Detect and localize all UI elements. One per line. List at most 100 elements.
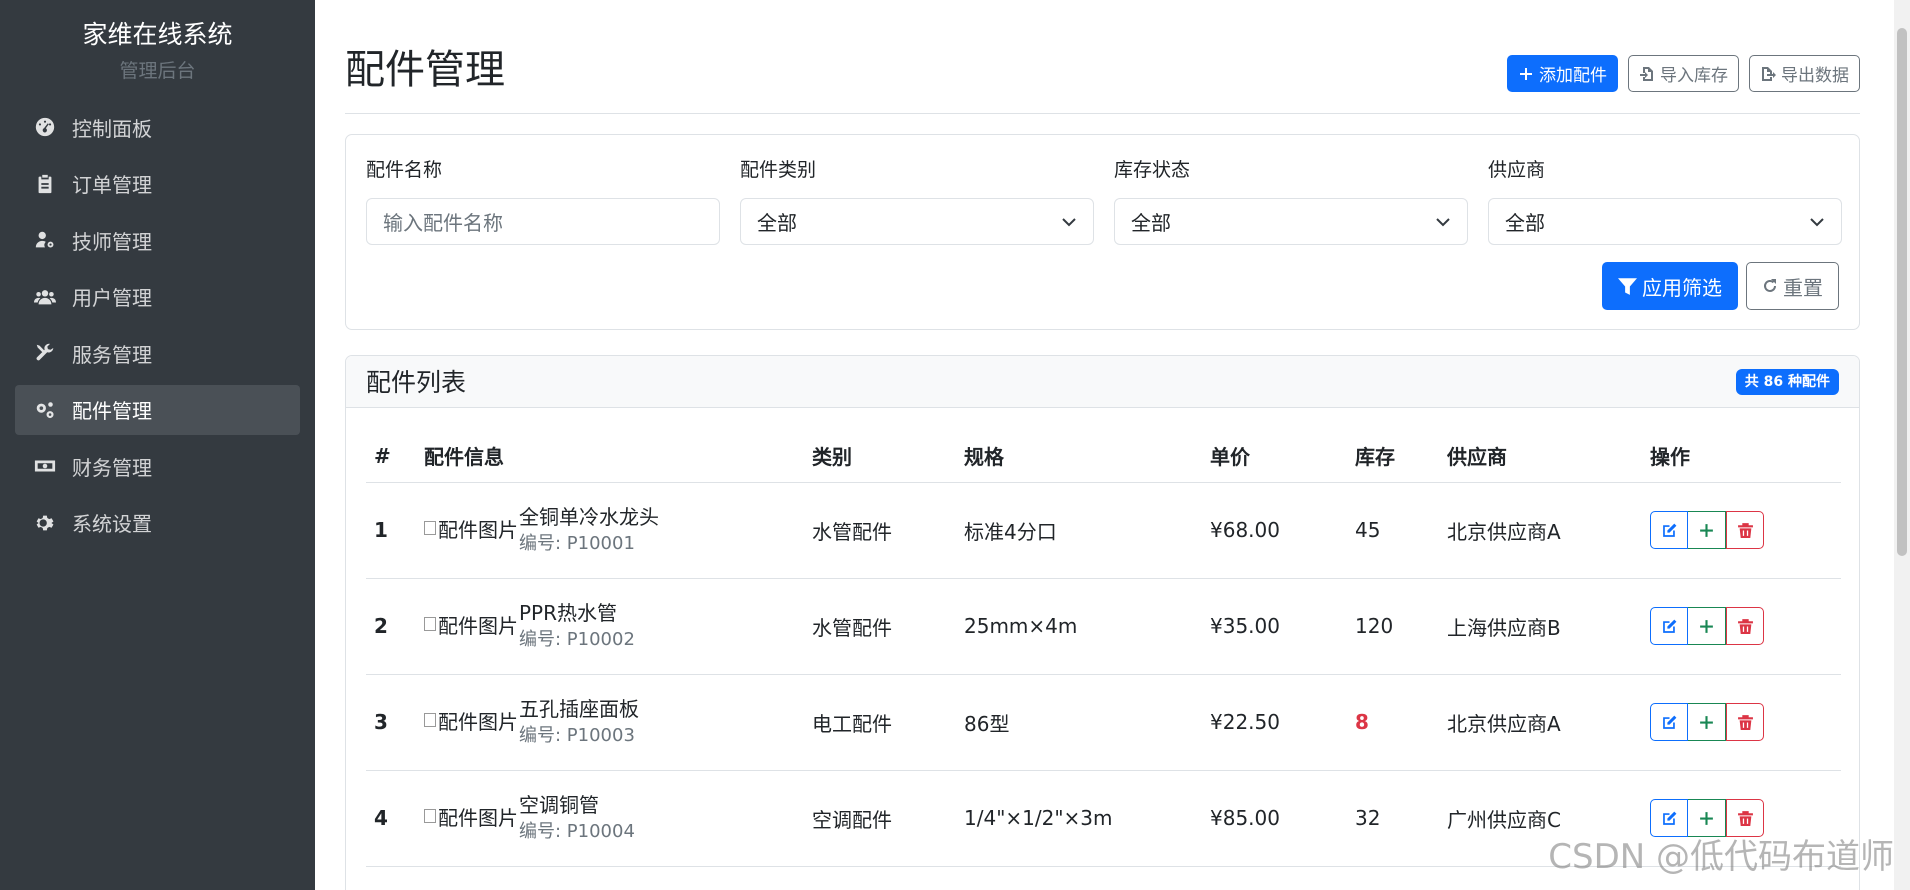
- plus-icon: [1700, 523, 1713, 537]
- table-row: 3 配件图片 五孔插座面板 编号: P10003 电工配件 86型 ¥22.50 8 北京供应商…: [366, 674, 1841, 771]
- delete-button[interactable]: [1726, 703, 1764, 741]
- stock-status-select[interactable]: 全部: [1114, 198, 1468, 245]
- part-name-input[interactable]: 输入配件名称: [366, 198, 720, 245]
- user-gear-icon: [32, 227, 58, 253]
- part-stock: 120: [1347, 578, 1439, 675]
- part-image: 配件图片: [424, 707, 519, 737]
- trash-icon: [1737, 810, 1753, 826]
- list-title: 配件列表: [366, 368, 467, 397]
- sidebar-item-label: 配件管理: [72, 399, 152, 423]
- filter-actions: 应用筛选 重置: [1602, 262, 1839, 310]
- plus-icon: [1700, 619, 1713, 633]
- scrollbar[interactable]: [1894, 0, 1910, 890]
- add-stock-button[interactable]: [1688, 511, 1726, 549]
- filter-supplier-label: 供应商: [1488, 159, 1546, 181]
- reset-button[interactable]: 重置: [1746, 262, 1839, 310]
- filter-grid: 配件名称 输入配件名称 配件类别 全部 库存状态 全部 供应商 全部: [366, 157, 1842, 245]
- add-part-label: 添加配件: [1539, 66, 1607, 86]
- header-actions: 添加配件 导入库存 导出数据: [1507, 55, 1860, 92]
- edit-button[interactable]: [1650, 703, 1688, 741]
- import-stock-button[interactable]: 导入库存: [1628, 55, 1739, 92]
- count-badge: 共 86 种配件: [1735, 369, 1839, 395]
- column-header: 配件信息: [416, 430, 804, 483]
- brand-subtitle: 管理后台: [119, 60, 196, 82]
- filter-icon: [1618, 277, 1637, 295]
- supplier-select[interactable]: 全部: [1488, 198, 1842, 245]
- sidebar-item-orders[interactable]: 订单管理: [15, 159, 300, 209]
- reset-icon: [1764, 279, 1776, 292]
- part-spec: 86型: [956, 674, 1202, 771]
- part-category: 水管配件: [804, 578, 956, 675]
- part-name: 全铜单冷水龙头: [519, 505, 659, 529]
- sidebar-item-users[interactable]: 用户管理: [15, 272, 300, 322]
- page-header: 配件管理 添加配件 导入库存 导出数据: [345, 0, 1860, 114]
- sidebar-item-label: 服务管理: [72, 342, 152, 367]
- edit-button[interactable]: [1650, 607, 1688, 645]
- plus-icon: [1520, 67, 1532, 80]
- apply-filter-label: 应用筛选: [1642, 275, 1722, 300]
- column-header: #: [366, 430, 416, 483]
- part-info-cell: 配件图片 空调铜管 编号: P10004: [416, 770, 804, 867]
- row-actions: [1642, 674, 1841, 771]
- trash-icon: [1737, 618, 1753, 634]
- part-price: ¥22.50: [1202, 674, 1347, 771]
- sidebar-item-parts[interactable]: 配件管理: [15, 384, 300, 435]
- sidebar-item-technicians[interactable]: 技师管理: [15, 215, 300, 265]
- row-index: 1: [366, 482, 416, 579]
- table-body: 1 配件图片 全铜单冷水龙头 编号: P10001 水管配件 标准4分口 ¥68.00 45 北…: [366, 482, 1841, 867]
- sidebar-nav: 控制面板 订单管理 技师管理 用户管理 服务管理 配件管理 财务管理 系统设置: [0, 102, 315, 548]
- edit-icon: [1662, 523, 1676, 537]
- broken-image-icon: [424, 617, 436, 631]
- part-image-alt: 配件图片: [438, 614, 518, 638]
- scrollbar-thumb[interactable]: [1897, 28, 1907, 556]
- main-content: 配件管理 添加配件 导入库存 导出数据 配件名称 输入配件名称 配件类别 全部 …: [345, 0, 1860, 890]
- part-stock: 32: [1347, 770, 1439, 867]
- sidebar-item-settings[interactable]: 系统设置: [15, 498, 300, 548]
- table-row: 2 配件图片 PPR热水管 编号: P10002 水管配件 25mm×4m ¥35.00 12…: [366, 578, 1841, 675]
- part-category: 水管配件: [804, 482, 956, 579]
- edit-button[interactable]: [1650, 511, 1688, 549]
- trash-icon: [1737, 522, 1753, 538]
- part-code: 编号: P10001: [519, 533, 635, 554]
- part-info-cell: 配件图片 PPR热水管 编号: P10002: [416, 578, 804, 675]
- export-data-button[interactable]: 导出数据: [1749, 55, 1860, 92]
- plus-icon: [1700, 811, 1713, 825]
- column-header: 供应商: [1439, 430, 1642, 483]
- tools-icon: [32, 340, 58, 366]
- add-stock-button[interactable]: [1688, 703, 1726, 741]
- column-header: 操作: [1642, 430, 1841, 483]
- add-part-button[interactable]: 添加配件: [1507, 55, 1618, 92]
- sidebar-item-label: 订单管理: [72, 173, 152, 197]
- edit-icon: [1662, 619, 1676, 633]
- reset-label: 重置: [1783, 275, 1823, 300]
- watermark: CSDN @低代码布道师: [1548, 837, 1894, 877]
- parts-table: # 配件信息 类别 规格 单价 库存 供应商 操作 1 配件图片 全铜单冷水龙头 编号…: [366, 430, 1841, 867]
- table-row: 1 配件图片 全铜单冷水龙头 编号: P10001 水管配件 标准4分口 ¥68.00 45 北…: [366, 482, 1841, 579]
- filter-name-label: 配件名称: [366, 159, 443, 181]
- apply-filter-button[interactable]: 应用筛选: [1602, 262, 1738, 310]
- delete-button[interactable]: [1726, 511, 1764, 549]
- clipboard-icon: [32, 171, 58, 197]
- table-header-row: # 配件信息 类别 规格 单价 库存 供应商 操作: [366, 430, 1841, 483]
- add-stock-button[interactable]: [1688, 607, 1726, 645]
- sidebar-item-finance[interactable]: 财务管理: [15, 441, 300, 491]
- page-title: 配件管理: [345, 47, 505, 93]
- part-info-cell: 配件图片 全铜单冷水龙头 编号: P10001: [416, 482, 804, 579]
- stock-status-select-value: 全部: [1131, 211, 1171, 235]
- brand: 家维在线系统 管理后台: [0, 0, 315, 84]
- part-price: ¥68.00: [1202, 482, 1347, 579]
- category-select[interactable]: 全部: [740, 198, 1094, 245]
- gear-icon: [32, 510, 58, 536]
- part-stock: 45: [1347, 482, 1439, 579]
- broken-image-icon: [424, 809, 436, 823]
- part-spec: 标准4分口: [956, 482, 1202, 579]
- sidebar-item-services[interactable]: 服务管理: [15, 328, 300, 378]
- part-image: 配件图片: [424, 803, 519, 833]
- sidebar: 家维在线系统 管理后台 控制面板 订单管理 技师管理 用户管理 服务管理 配件管…: [0, 0, 315, 890]
- sidebar-item-dashboard[interactable]: 控制面板: [15, 102, 300, 152]
- delete-button[interactable]: [1726, 607, 1764, 645]
- part-code: 编号: P10003: [519, 725, 635, 746]
- filter-stock-label: 库存状态: [1114, 159, 1191, 181]
- parts-list-card: 配件列表 共 86 种配件 # 配件信息 类别 规格 单价 库存 供应商 操作 …: [345, 355, 1860, 890]
- sidebar-item-label: 系统设置: [72, 512, 152, 536]
